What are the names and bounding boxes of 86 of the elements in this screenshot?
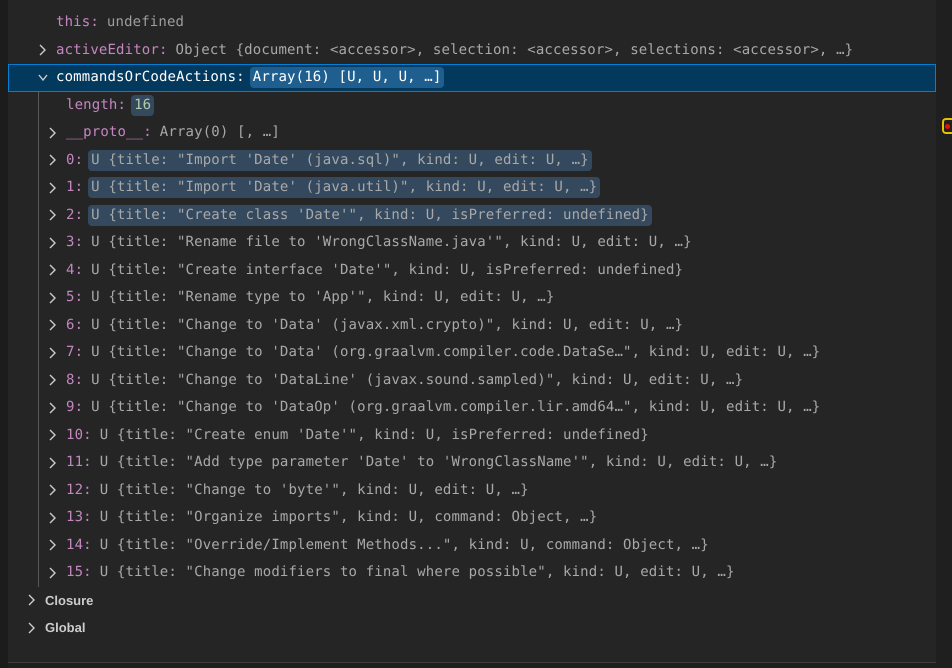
chevron-right-icon[interactable] xyxy=(48,236,58,250)
variable-value: undefined xyxy=(106,13,184,32)
chevron-right-icon[interactable] xyxy=(48,263,58,278)
variable-name: commandsOrCodeActions: xyxy=(56,68,245,88)
variable-row[interactable]: 5: U {title: "Rename type to 'App'", kind: U, edit: U, …} xyxy=(8,284,936,312)
variable-row[interactable]: 1: U {title: "Import 'Date' (java.util)", kind: U, edit: U, …} xyxy=(8,174,936,202)
variable-name: length: xyxy=(66,96,126,115)
variable-row[interactable]: 13: U {title: "Organize imports", kind: U, command: Object, …} xyxy=(8,504,936,532)
variable-row[interactable]: 9: U {title: "Change to 'DataOp' (org.graalvm.compiler.lir.amd64…", kind: U, edit: U, …} xyxy=(8,394,936,422)
chevron-right-icon[interactable] xyxy=(48,208,58,222)
chevron-right-icon[interactable] xyxy=(48,456,58,470)
variable-row[interactable]: length: 16 xyxy=(8,92,936,119)
breakpoint-marker-icon xyxy=(942,118,952,134)
chevron-right-icon[interactable] xyxy=(48,510,58,525)
variable-row[interactable]: 12: U {title: "Change to 'byte'", kind: U, edit: U, …} xyxy=(8,476,936,504)
variable-name: this: xyxy=(56,13,99,32)
chevron-right-icon[interactable] xyxy=(48,318,58,332)
variable-name: 12: xyxy=(66,480,92,500)
variable-row[interactable]: 0: U {title: "Import 'Date' (java.sql)", kind: U, edit: U, …} xyxy=(8,146,936,174)
chevron-right-icon[interactable] xyxy=(48,126,58,140)
variable-name: 2: xyxy=(66,206,84,225)
variable-name: 15: xyxy=(66,563,92,582)
chevron-right-icon[interactable] xyxy=(48,180,58,195)
variable-value: U {title: "Import 'Date' (java.util)", kind: U, edit: U, …} xyxy=(88,177,600,198)
variable-name: 14: xyxy=(66,536,92,555)
variable-name: 8: xyxy=(66,370,84,390)
variable-row[interactable]: 15: U {title: "Change modifiers to final where possible", kind: U, edit: U, …} xyxy=(8,559,936,586)
variable-name: 10: xyxy=(66,426,92,445)
variable-name: 6: xyxy=(66,316,84,335)
variable-row[interactable]: 8: U {title: "Change to 'DataLine' (javax.sound.sampled)", kind: U, edit: U, …} xyxy=(8,366,936,394)
variable-name: 7: xyxy=(66,343,84,362)
variable-value: U {title: "Create enum 'Date'", kind: U, isPreferred: undefined} xyxy=(100,426,649,445)
variable-value: U {title: "Import 'Date' (java.sql)", kind: U, edit: U, …} xyxy=(88,150,592,171)
variable-value: Object {document: <accessor>, selection: <accessor>, selections: <accessor>, …} xyxy=(176,40,854,60)
variable-row[interactable]: 6: U {title: "Change to 'Data' (javax.xml.crypto)", kind: U, edit: U, …} xyxy=(8,312,936,339)
variable-name: 1: xyxy=(66,178,84,198)
chevron-right-icon[interactable] xyxy=(27,593,37,608)
chevron-right-icon[interactable] xyxy=(48,290,58,305)
variable-row[interactable]: 14: U {title: "Override/Implement Methods...", kind: U, command: Object, …} xyxy=(8,532,936,559)
variable-value: U {title: "Create class 'Date'", kind: U, isPreferred: undefined} xyxy=(88,204,652,226)
chevron-right-icon[interactable] xyxy=(48,373,58,388)
variable-name: 5: xyxy=(66,288,84,308)
variable-row[interactable]: this: undefined xyxy=(8,9,936,36)
variable-value: U {title: "Change to 'byte'", kind: U, edit: U, …} xyxy=(100,480,529,500)
scope-header[interactable]: Closure xyxy=(45,590,94,610)
variable-name: 9: xyxy=(66,398,84,418)
chevron-right-icon[interactable] xyxy=(48,346,58,360)
variable-name: __proto__: xyxy=(66,123,152,142)
variable-value: U {title: "Create interface 'Date'", kind: U, isPreferred: undefined} xyxy=(91,260,684,280)
variable-row[interactable]: __proto__: Array(0) [, …] xyxy=(8,119,936,146)
scope-header[interactable]: Global xyxy=(45,618,86,638)
variable-name: 4: xyxy=(66,260,84,280)
variable-value: U {title: "Add type parameter 'Date' to 'WrongClassName'", kind: U, edit: U, …} xyxy=(100,453,778,472)
variable-row[interactable]: 10: U {title: "Create enum 'Date'", kind: U, isPreferred: undefined} xyxy=(8,422,936,449)
chevron-right-icon[interactable] xyxy=(48,400,58,415)
variable-value: Array(16) [U, U, U, …] xyxy=(250,67,444,88)
variable-name: 13: xyxy=(66,508,92,528)
variable-value: U {title: "Organize imports", kind: U, command: Object, …} xyxy=(100,508,598,528)
variable-row[interactable]: 7: U {title: "Change to 'Data' (org.graalvm.compiler.code.DataSe…", kind: U, edit: U, …} xyxy=(8,339,936,366)
variable-row[interactable]: 4: U {title: "Create interface 'Date'", kind: U, isPreferred: undefined} xyxy=(8,256,936,284)
chevron-right-icon[interactable] xyxy=(48,483,58,498)
chevron-right-icon[interactable] xyxy=(48,153,58,168)
chevron-right-icon[interactable] xyxy=(48,566,58,580)
variable-value: U {title: "Override/Implement Methods...", kind: U, command: Object, …} xyxy=(100,536,709,555)
variable-name: 0: xyxy=(66,150,84,170)
variable-name: 3: xyxy=(66,233,84,252)
variable-row[interactable]: 2: U {title: "Create class 'Date'", kind: U, isPreferred: undefined} xyxy=(8,202,936,229)
variable-value: U {title: "Rename file to 'WrongClassName.java'", kind: U, edit: U, …} xyxy=(91,233,692,252)
variable-value: U {title: "Change to 'DataLine' (javax.sound.sampled)", kind: U, edit: U, …} xyxy=(91,370,744,390)
variable-value: U {title: "Change to 'Data' (org.graalvm.compiler.code.DataSe…", kind: U, edit: U, …} xyxy=(91,343,820,362)
variable-value: Array(0) [, …] xyxy=(160,123,280,142)
variable-value: U {title: "Rename type to 'App'", kind: U, edit: U, …} xyxy=(91,288,554,308)
variable-value: U {title: "Change modifiers to final where possible", kind: U, edit: U, …} xyxy=(100,563,735,582)
chevron-right-icon[interactable] xyxy=(48,428,58,442)
variable-value: 16 xyxy=(131,94,154,116)
variable-row[interactable]: commandsOrCodeActions: Array(16) [U, U, U, …] xyxy=(8,64,936,92)
variable-value: U {title: "Change to 'Data' (javax.xml.crypto)", kind: U, edit: U, …} xyxy=(91,316,684,335)
variable-row[interactable]: activeEditor: Object {document: <accessor>, selection: <accessor>, selections: <accessor>, …} xyxy=(8,36,936,64)
variable-name: 11: xyxy=(66,453,92,472)
chevron-right-icon[interactable] xyxy=(27,620,37,635)
chevron-right-icon[interactable] xyxy=(38,43,48,58)
variable-name: activeEditor: xyxy=(56,40,168,60)
variable-value: U {title: "Change to 'DataOp' (org.graalvm.compiler.lir.amd64…", kind: U, edit: U, …} xyxy=(91,398,820,418)
variable-row[interactable]: 3: U {title: "Rename file to 'WrongClassName.java'", kind: U, edit: U, …} xyxy=(8,229,936,256)
chevron-right-icon[interactable] xyxy=(48,538,58,552)
variable-row[interactable]: 11: U {title: "Add type parameter 'Date' to 'WrongClassName'", kind: U, edit: U, …} xyxy=(8,449,936,476)
